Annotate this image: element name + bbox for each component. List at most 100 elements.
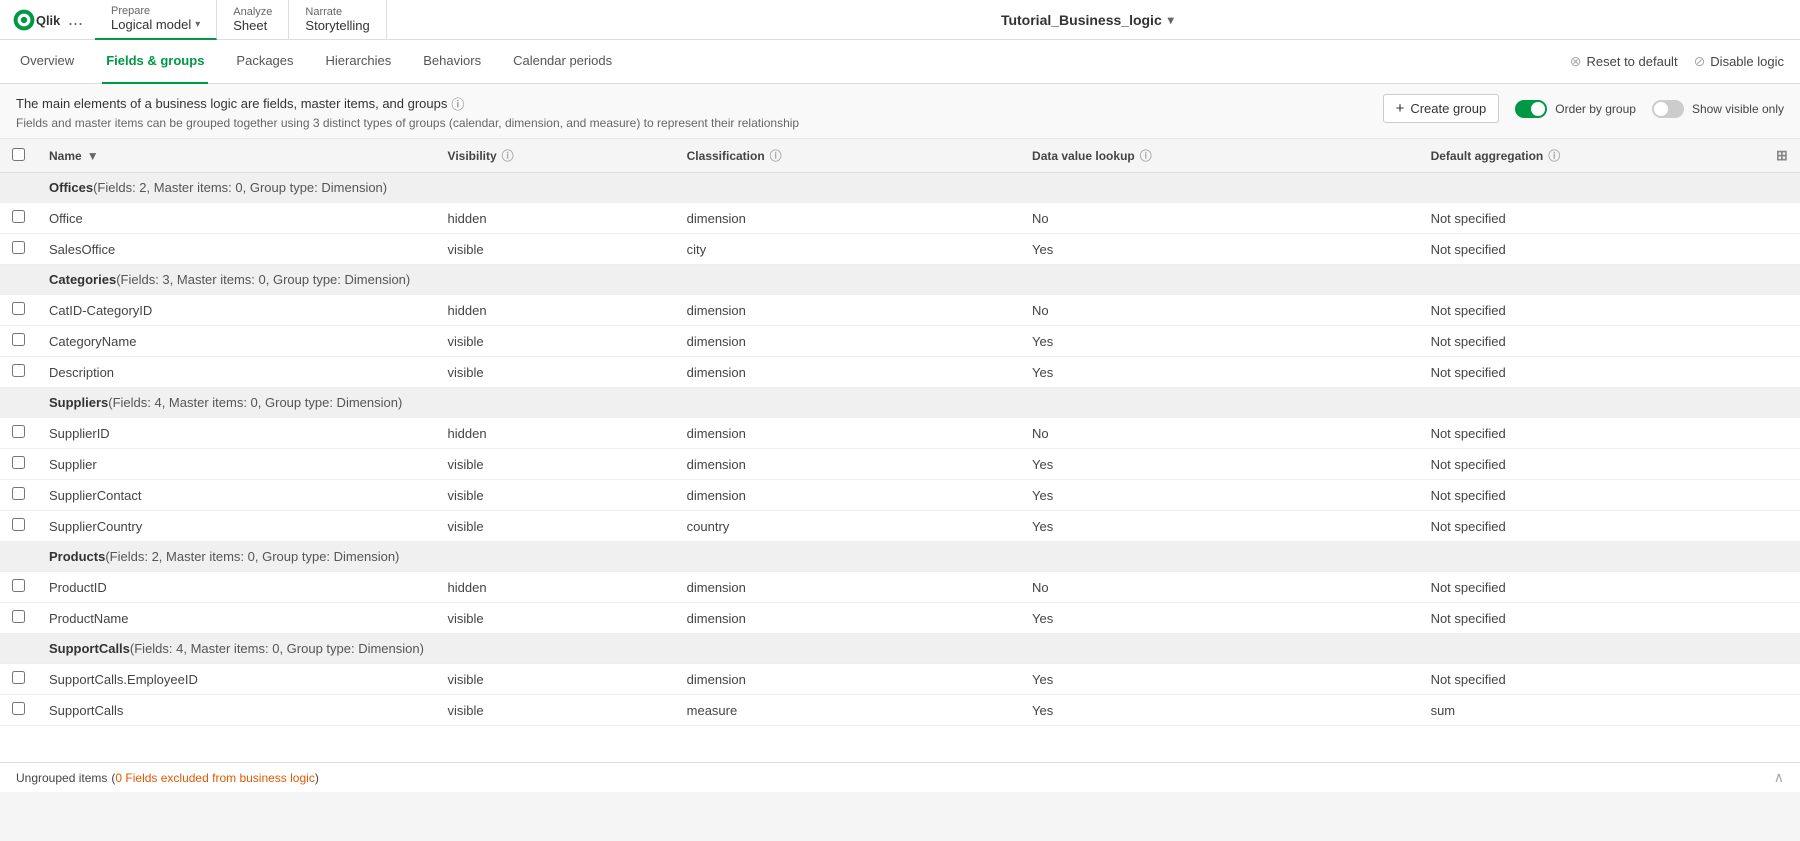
row-aggregation: sum [1419,695,1764,726]
top-bar: Qlik ... Prepare Logical model ▾ Analyze… [0,0,1800,40]
row-name: Office [37,203,436,234]
more-options-button[interactable]: ... [68,9,83,30]
tab-fields-groups[interactable]: Fields & groups [102,40,208,84]
row-aggregation: Not specified [1419,326,1764,357]
row-checkbox[interactable] [12,610,25,623]
tab-hierarchies[interactable]: Hierarchies [322,40,396,84]
show-visible-only-toggle[interactable] [1652,100,1684,118]
table-row[interactable]: ProductName visible dimension Yes Not sp… [0,603,1800,634]
prepare-label: Prepare [111,5,200,17]
group-name: SupportCalls [49,641,130,656]
group-row[interactable]: Offices(Fields: 2, Master items: 0, Grou… [0,173,1800,203]
order-by-group-toggle-row: Order by group [1515,100,1636,118]
table-row[interactable]: Supplier visible dimension Yes Not speci… [0,449,1800,480]
row-checkbox-cell [0,203,37,234]
group-row[interactable]: Products(Fields: 2, Master items: 0, Gro… [0,542,1800,572]
tab-overview[interactable]: Overview [16,40,78,84]
select-all-checkbox[interactable] [12,148,25,161]
table-row[interactable]: SupportCalls.EmployeeID visible dimensio… [0,664,1800,695]
row-checkbox[interactable] [12,487,25,500]
lookup-info-icon[interactable]: ⓘ [1140,147,1152,164]
row-checkbox-cell [0,664,37,695]
row-lookup: Yes [1020,234,1419,265]
table-row[interactable]: Office hidden dimension No Not specified [0,203,1800,234]
group-row[interactable]: Suppliers(Fields: 4, Master items: 0, Gr… [0,388,1800,418]
name-filter-icon[interactable]: ▼ [87,149,99,163]
grid-icon[interactable]: ⊞ [1776,147,1788,163]
prepare-nav[interactable]: Prepare Logical model ▾ [95,0,217,40]
table-row[interactable]: SupportCalls visible measure Yes sum [0,695,1800,726]
tab-behaviors[interactable]: Behaviors [419,40,485,84]
table-row[interactable]: SupplierCountry visible country Yes Not … [0,511,1800,542]
ungrouped-count-link[interactable]: 0 Fields excluded from business logic [115,771,314,785]
row-name: ProductName [37,603,436,634]
row-checkbox[interactable] [12,364,25,377]
row-classification: dimension [675,357,1020,388]
row-aggregation: Not specified [1419,234,1764,265]
top-right-actions: ⊗ Reset to default ⊘ Disable logic [1570,53,1784,70]
row-checkbox[interactable] [12,425,25,438]
col-aggregation: Default aggregation ⓘ [1419,139,1764,173]
description-bar: The main elements of a business logic ar… [0,84,1800,139]
disable-icon: ⊘ [1694,53,1706,70]
row-actions [1764,418,1800,449]
svg-text:Qlik: Qlik [36,12,60,27]
visibility-info-icon[interactable]: ⓘ [502,147,514,164]
qlik-logo[interactable]: Qlik [12,8,60,32]
bottom-chevron-up-icon[interactable]: ∧ [1774,769,1784,786]
narrate-nav[interactable]: Narrate Storytelling [289,0,386,40]
order-by-group-toggle[interactable] [1515,100,1547,118]
disable-logic-button[interactable]: ⊘ Disable logic [1694,53,1784,70]
row-aggregation: Not specified [1419,511,1764,542]
table-row[interactable]: CatID-CategoryID hidden dimension No Not… [0,295,1800,326]
table-row[interactable]: Description visible dimension Yes Not sp… [0,357,1800,388]
tab-packages[interactable]: Packages [232,40,297,84]
col-grid: ⊞ [1764,139,1800,173]
row-checkbox[interactable] [12,579,25,592]
row-visibility: visible [436,480,675,511]
reset-icon: ⊗ [1570,53,1582,70]
desc-left: The main elements of a business logic ar… [16,94,799,130]
row-visibility: visible [436,603,675,634]
group-checkbox-cell [0,173,37,203]
table-row[interactable]: CategoryName visible dimension Yes Not s… [0,326,1800,357]
row-checkbox[interactable] [12,456,25,469]
table-row[interactable]: SupplierContact visible dimension Yes No… [0,480,1800,511]
tab-calendar-periods[interactable]: Calendar periods [509,40,616,84]
row-checkbox[interactable] [12,702,25,715]
create-group-button[interactable]: + Create group [1383,94,1500,123]
row-aggregation: Not specified [1419,603,1764,634]
toggle-knob2 [1654,102,1668,116]
table-row[interactable]: SupplierID hidden dimension No Not speci… [0,418,1800,449]
row-checkbox[interactable] [12,518,25,531]
aggregation-info-icon[interactable]: ⓘ [1548,147,1560,164]
analyze-value: Sheet [233,18,272,33]
row-checkbox[interactable] [12,333,25,346]
row-checkbox[interactable] [12,671,25,684]
row-lookup: Yes [1020,449,1419,480]
group-row[interactable]: Categories(Fields: 3, Master items: 0, G… [0,265,1800,295]
row-checkbox[interactable] [12,302,25,315]
row-actions [1764,449,1800,480]
row-classification: dimension [675,480,1020,511]
group-checkbox-cell [0,265,37,295]
app-title[interactable]: Tutorial_Business_logic ▾ [1001,12,1174,28]
group-name: Products [49,549,105,564]
row-actions [1764,603,1800,634]
classification-info-icon[interactable]: ⓘ [770,147,782,164]
table-row[interactable]: ProductID hidden dimension No Not specif… [0,572,1800,603]
analyze-nav[interactable]: Analyze Sheet [217,0,289,40]
row-actions [1764,480,1800,511]
row-lookup: Yes [1020,326,1419,357]
row-checkbox[interactable] [12,241,25,254]
row-classification: dimension [675,203,1020,234]
group-name: Categories [49,272,116,287]
row-name: CategoryName [37,326,436,357]
row-classification: city [675,234,1020,265]
group-row[interactable]: SupportCalls(Fields: 4, Master items: 0,… [0,634,1800,664]
table-row[interactable]: SalesOffice visible city Yes Not specifi… [0,234,1800,265]
help-icon[interactable]: ⓘ [451,94,464,113]
row-checkbox[interactable] [12,210,25,223]
toggle-knob [1531,102,1545,116]
reset-to-default-button[interactable]: ⊗ Reset to default [1570,53,1678,70]
